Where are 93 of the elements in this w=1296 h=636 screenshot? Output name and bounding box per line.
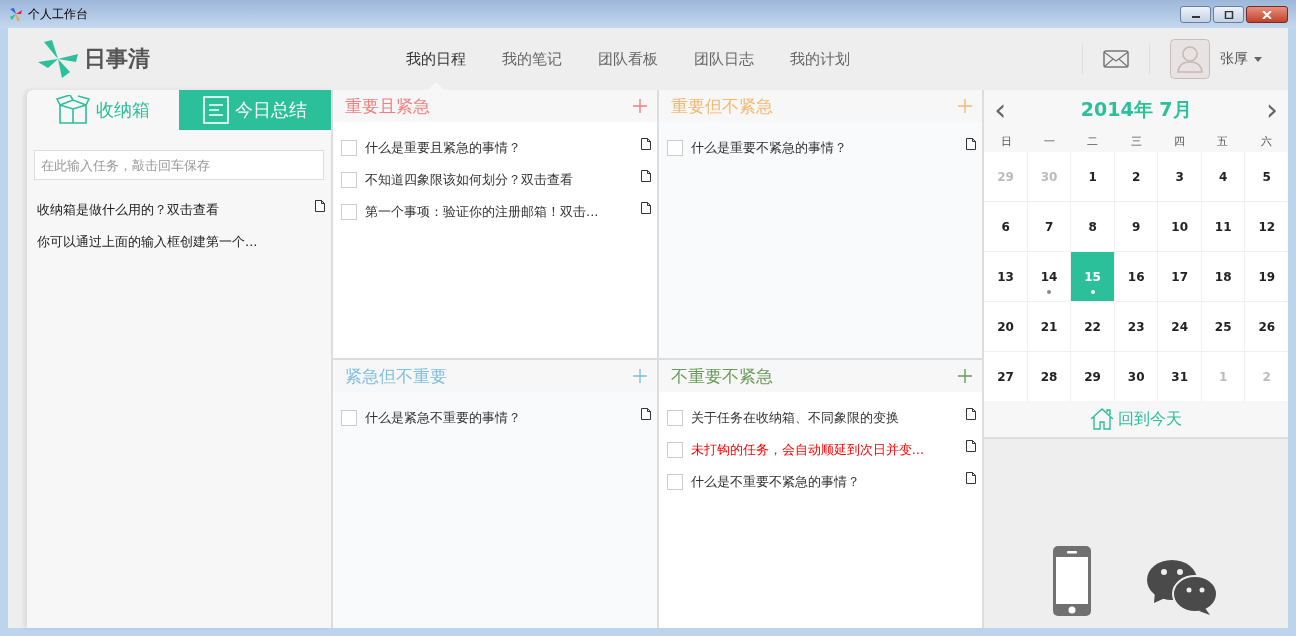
weekday-label: 二 [1086,133,1100,149]
inbox-item[interactable]: 收纳箱是做什么用的？双击查看 [37,201,219,219]
inbox-item[interactable]: 你可以通过上面的输入框创建第一个... [37,233,258,251]
calendar-day[interactable]: 14 [1027,252,1071,301]
document-icon [203,96,229,124]
calendar-day[interactable]: 16 [1114,252,1158,301]
calendar-day[interactable]: 23 [1114,302,1158,351]
note-icon[interactable] [315,200,325,212]
calendar-day[interactable]: 25 [1201,302,1245,351]
calendar-day[interactable]: 26 [1245,302,1288,351]
close-icon [1262,10,1272,19]
calendar-day[interactable]: 18 [1201,252,1245,301]
weekday-label: 一 [1042,133,1056,149]
note-icon[interactable] [966,408,977,420]
calendar-day[interactable]: 8 [1071,202,1114,251]
calendar-day[interactable]: 31 [1158,352,1201,401]
calendar-day[interactable]: 27 [984,352,1027,401]
user-menu[interactable]: 张厚 [1220,50,1262,68]
phone-icon[interactable] [1053,546,1092,616]
task-text[interactable]: 不知道四象限该如何划分？双击查看 [365,171,641,189]
previous-month-button[interactable]: ‹ [990,95,1011,125]
note-icon[interactable] [640,138,651,150]
nav-tab[interactable]: 我的计划 [790,28,850,90]
calendar-day[interactable]: 12 [1245,202,1288,251]
task-checkbox[interactable] [666,474,683,490]
nav-tab[interactable]: 我的笔记 [502,28,562,90]
task-text[interactable]: 什么是重要不紧急的事情？ [690,139,967,157]
task-input-field[interactable]: 在此输入任务，敲击回车保存 [34,150,324,180]
maximize-button[interactable] [1213,6,1244,23]
task-text[interactable]: 未打钩的任务，会自动顺延到次日并变... [690,441,967,459]
calendar-day[interactable]: 30 [1114,352,1158,401]
task-text[interactable]: 什么是紧急不重要的事情？ [365,409,641,427]
calendar-day[interactable]: 1 [1071,152,1114,201]
task-checkbox[interactable] [341,410,357,426]
note-icon[interactable] [966,472,977,484]
logo-text: 日事清 [84,45,150,73]
task-checkbox[interactable] [666,410,683,426]
month-title: 2014年 7月 [1080,97,1192,122]
quadrant-title: 不重要不紧急 [670,364,773,388]
task-checkbox[interactable] [666,140,683,156]
nav-tab[interactable]: 我的日程 [406,28,466,90]
calendar-day[interactable]: 19 [1245,252,1288,301]
home-icon [1090,408,1115,430]
quadrant-title: 紧急但不重要 [345,364,447,388]
note-icon[interactable] [640,170,651,182]
note-icon[interactable] [640,202,651,214]
calendar-day[interactable]: 5 [1245,152,1288,201]
window-title: 个人工作台 [28,5,88,23]
weekday-label: 五 [1216,133,1230,149]
calendar-day[interactable]: 3 [1158,152,1201,201]
close-button[interactable] [1246,6,1288,23]
calendar-day[interactable]: 10 [1158,202,1201,251]
calendar-day[interactable]: 17 [1158,252,1201,301]
calendar-day[interactable]: 11 [1201,202,1245,251]
next-month-button[interactable]: › [1262,95,1282,125]
calendar-day[interactable]: 4 [1201,152,1245,201]
weekday-label: 三 [1129,133,1143,149]
quadrant-title: 重要但不紧急 [670,94,773,118]
task-text[interactable]: 什么是重要且紧急的事情？ [365,139,641,157]
maximize-icon [1223,10,1234,19]
calendar-day[interactable]: 6 [984,202,1027,251]
task-text[interactable]: 关于任务在收纳箱、不同象限的变换 [690,409,967,427]
note-icon[interactable] [966,138,977,150]
quadrant-title: 重要且紧急 [345,94,430,118]
note-icon[interactable] [640,408,651,420]
task-text[interactable]: 第一个事项：验证你的注册邮箱！双击... [365,203,641,221]
calendar-day[interactable]: 9 [1114,202,1158,251]
calendar-day[interactable]: 20 [984,302,1027,351]
calendar-day[interactable]: 22 [1071,302,1114,351]
box-icon [56,95,90,125]
nav-tab[interactable]: 团队日志 [694,28,754,90]
logo-icon [38,40,78,78]
calendar-day[interactable]: 13 [984,252,1027,301]
weekday-label: 日 [999,133,1013,149]
task-checkbox[interactable] [666,442,683,458]
weekday-label: 四 [1173,133,1187,149]
caret-icon [1254,56,1262,62]
calendar-day[interactable]: 28 [1027,352,1071,401]
task-text[interactable]: 什么是不重要不紧急的事情？ [690,473,967,491]
calendar-day[interactable]: 29 [1071,352,1114,401]
calendar-day[interactable]: 7 [1027,202,1071,251]
calendar-day[interactable]: 24 [1158,302,1201,351]
calendar-day[interactable]: 21 [1027,302,1071,351]
nav-tab[interactable]: 团队看板 [598,28,658,90]
task-checkbox[interactable] [341,172,357,188]
pinwheel-icon [8,6,24,22]
note-icon[interactable] [966,440,977,452]
task-checkbox[interactable] [341,204,357,220]
calendar-day[interactable]: 2 [1114,152,1158,201]
mail-icon[interactable] [1103,50,1129,68]
task-checkbox[interactable] [341,140,357,156]
minimize-button[interactable] [1180,6,1211,23]
weekday-label: 六 [1259,133,1273,149]
